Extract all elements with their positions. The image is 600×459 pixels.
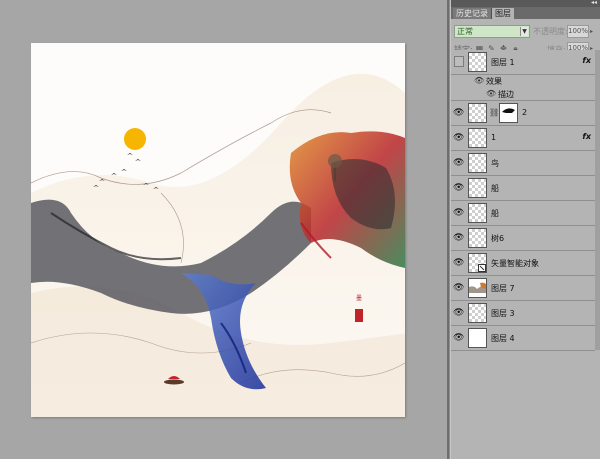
effect-stroke-row[interactable]: 👁︎ 描边 — [451, 88, 595, 101]
layer-row[interactable]: 👁︎ 1 fx — [451, 126, 595, 151]
eye-icon[interactable]: 👁︎ — [486, 89, 496, 98]
layer-name: 图层 1 — [491, 58, 515, 67]
layer-name: 1 — [491, 133, 497, 142]
layer-thumbnail — [468, 203, 487, 223]
layer-thumbnail — [468, 103, 487, 123]
layer-thumbnail — [468, 52, 487, 72]
layer-thumbnail — [468, 328, 487, 348]
layer-row[interactable]: 👁︎ 图层 3 — [451, 301, 595, 326]
layer-name: 船 — [491, 184, 499, 193]
seal-calligraphy: 墨 — [356, 295, 362, 302]
fx-icon[interactable]: fx — [582, 56, 591, 65]
blend-mode-value: 正常 — [457, 27, 473, 36]
layers-scrollbar[interactable] — [595, 50, 600, 350]
fx-icon[interactable]: fx — [582, 132, 591, 141]
layer-name: 船 — [491, 209, 499, 218]
layer-row[interactable]: 👁︎ 树6 — [451, 226, 595, 251]
layer-row[interactable]: 👁︎ 船 — [451, 201, 595, 226]
tab-layers[interactable]: 图层 — [492, 8, 514, 19]
eye-icon[interactable]: 👁︎ — [453, 107, 465, 119]
layers-panel: ◂◂ 历史记录 图层 正常 ▼ 不透明度: 100% ▸ 锁定: ▦ ✎ ✥ 🔒… — [450, 0, 600, 459]
effects-row[interactable]: 👁︎ 效果 — [451, 75, 595, 88]
canvas-workspace[interactable]: 墨 — [0, 0, 447, 459]
eye-icon[interactable]: 👁︎ — [453, 182, 465, 194]
opacity-input[interactable]: 100% — [567, 25, 589, 38]
layers-list: 图层 1 fx ▴ 👁︎ 效果 👁︎ 描边 👁︎ ⛓︎ 2 👁︎ 1 fx — [451, 50, 598, 351]
opacity-label: 不透明度: — [533, 27, 568, 36]
painting-thumbnail — [469, 282, 486, 293]
blend-row: 正常 ▼ 不透明度: 100% ▸ — [451, 25, 600, 39]
tab-history[interactable]: 历史记录 — [453, 8, 491, 19]
sun — [124, 128, 146, 150]
opacity-arrow-icon[interactable]: ▸ — [590, 28, 593, 35]
layer-thumbnail — [468, 303, 487, 323]
layer-row[interactable]: 👁︎ 图层 7 — [451, 276, 595, 301]
eye-icon[interactable]: 👁︎ — [453, 132, 465, 144]
panel-topbar: ◂◂ — [451, 0, 600, 7]
eye-icon[interactable]: 👁︎ — [453, 207, 465, 219]
eye-icon[interactable]: 👁︎ — [453, 307, 465, 319]
ink-landscape-artwork: 墨 — [31, 73, 405, 417]
smart-object-icon — [478, 264, 486, 272]
layer-thumbnail — [468, 253, 487, 273]
effects-label: 效果 — [486, 77, 502, 86]
visibility-toggle[interactable] — [454, 56, 464, 67]
seal-stamp — [355, 309, 363, 322]
layer-row[interactable]: 👁︎ 船 — [451, 176, 595, 201]
layer-name: 矢量智能对象 — [491, 259, 539, 268]
layer-row[interactable]: 👁︎ 矢量智能对象 — [451, 251, 595, 276]
layer-name: 鸟 — [491, 159, 499, 168]
layer-name: 图层 4 — [491, 334, 515, 343]
layer-name: 图层 7 — [491, 284, 515, 293]
layer-row[interactable]: 图层 1 fx ▴ — [451, 50, 598, 75]
layer-thumbnail — [468, 228, 487, 248]
layer-thumbnail — [468, 153, 487, 173]
blend-mode-select[interactable]: 正常 ▼ — [454, 25, 530, 38]
effect-stroke-label: 描边 — [498, 90, 514, 99]
layer-row[interactable]: 👁︎ 图层 4 — [451, 326, 595, 351]
layer-name: 图层 3 — [491, 309, 515, 318]
layer-thumbnail — [468, 128, 487, 148]
layer-thumbnail — [468, 278, 487, 298]
eye-icon[interactable]: 👁︎ — [453, 282, 465, 294]
collapse-icon[interactable]: ◂◂ — [591, 0, 597, 7]
layer-mask-thumbnail[interactable] — [499, 103, 518, 123]
layer-name: 2 — [522, 108, 528, 117]
chain-link-icon[interactable]: ⛓︎ — [489, 108, 499, 117]
mask-shape-icon — [502, 108, 515, 113]
eye-icon[interactable]: 👁︎ — [474, 76, 484, 85]
eye-icon[interactable]: 👁︎ — [453, 332, 465, 344]
chevron-down-icon[interactable]: ▼ — [520, 27, 528, 36]
layer-thumbnail — [468, 178, 487, 198]
panel-tabbar: 历史记录 图层 — [451, 7, 600, 19]
layer-name: 树6 — [491, 234, 505, 243]
layer-row[interactable]: 👁︎ 鸟 — [451, 151, 595, 176]
layer-row[interactable]: 👁︎ ⛓︎ 2 — [451, 101, 595, 126]
document-canvas[interactable]: 墨 — [31, 43, 405, 417]
eye-icon[interactable]: 👁︎ — [453, 257, 465, 269]
eye-icon[interactable]: 👁︎ — [453, 232, 465, 244]
eye-icon[interactable]: 👁︎ — [453, 157, 465, 169]
